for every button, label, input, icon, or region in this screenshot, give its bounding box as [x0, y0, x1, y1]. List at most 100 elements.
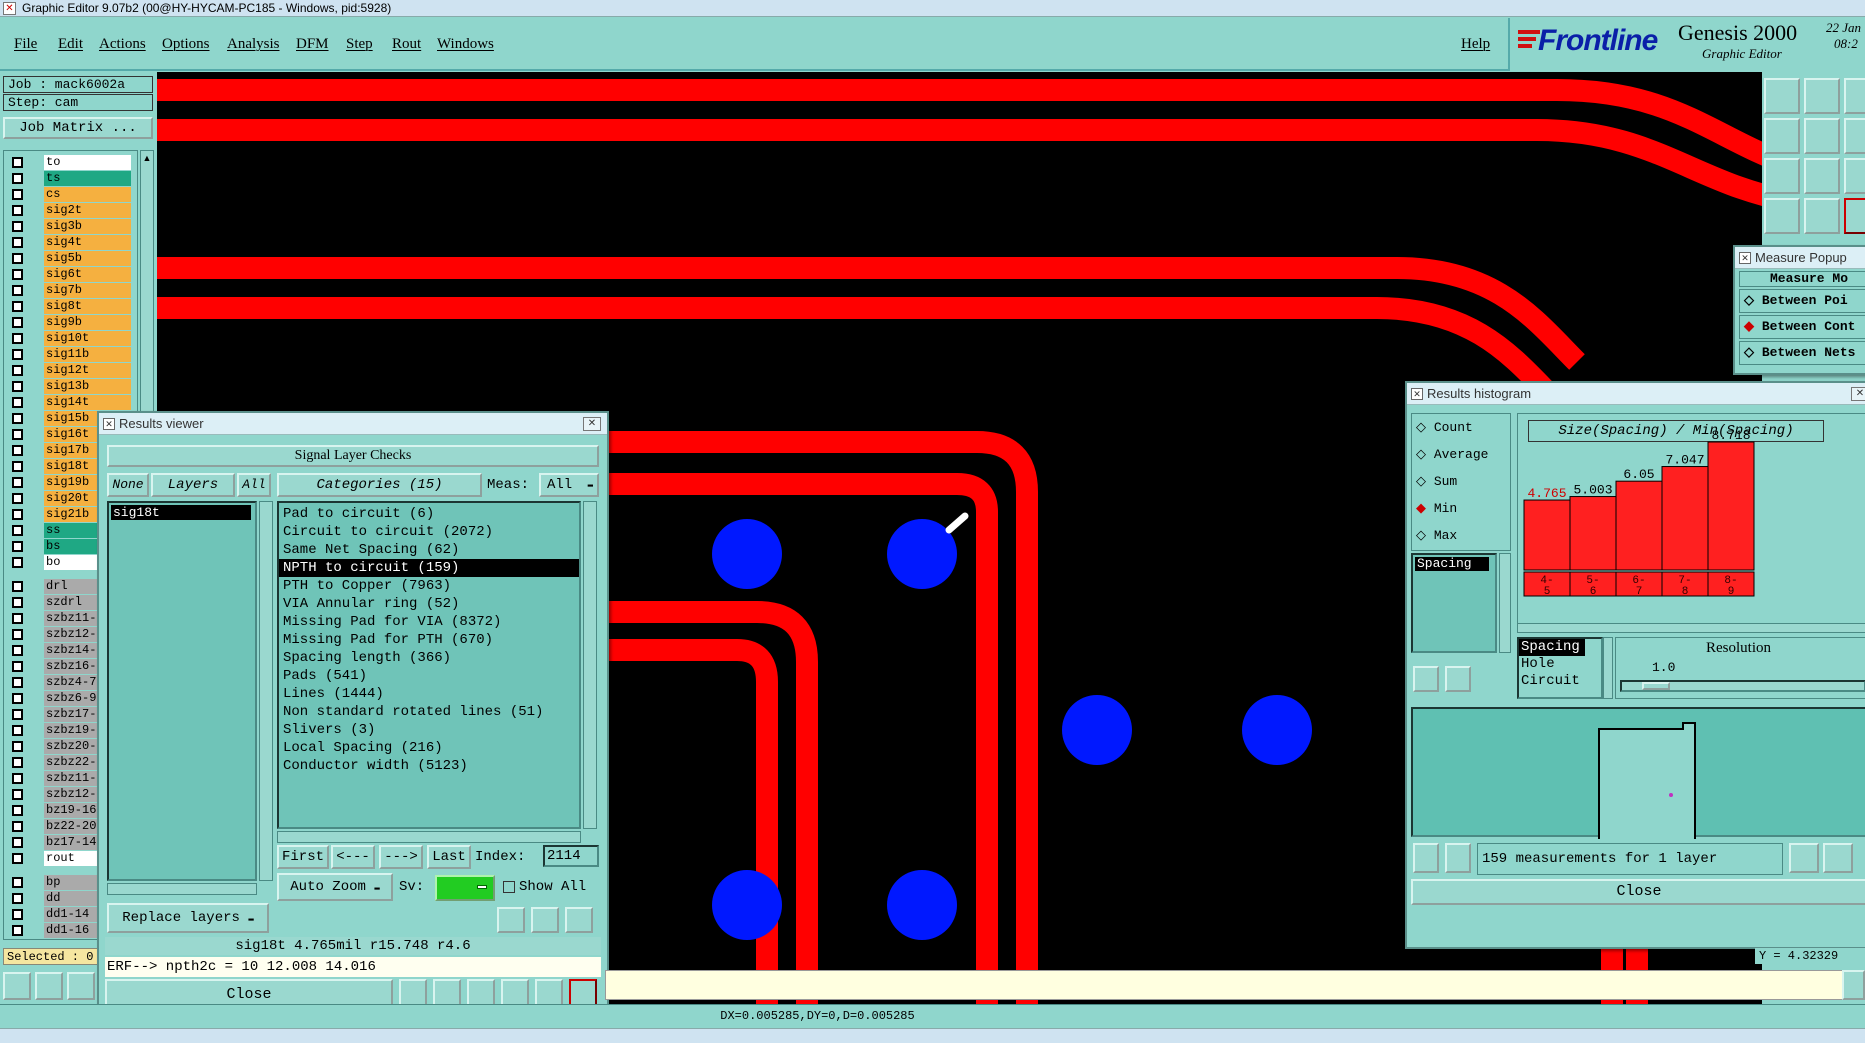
- close-icon[interactable]: ✕: [1851, 387, 1865, 401]
- zoom-in-chart-icon[interactable]: [1789, 843, 1819, 873]
- layer-name[interactable]: sig14t: [44, 395, 131, 410]
- layer-row[interactable]: sig8t: [8, 299, 133, 314]
- layer-checkbox[interactable]: [12, 413, 23, 424]
- category-item[interactable]: Same Net Spacing (62): [279, 541, 579, 559]
- layer-checkbox[interactable]: [12, 381, 23, 392]
- menu-actions[interactable]: Actions: [99, 36, 146, 53]
- fit-icon[interactable]: [1764, 158, 1800, 194]
- layer-row[interactable]: sig14t: [8, 395, 133, 410]
- layer-row[interactable]: sig5b: [8, 251, 133, 266]
- measure-option-contours[interactable]: ◆ Between Cont: [1739, 315, 1865, 339]
- layer-row[interactable]: sig11b: [8, 347, 133, 362]
- mode-sum[interactable]: ◇ Sum: [1412, 468, 1510, 495]
- meas-dropdown[interactable]: All ▬: [539, 473, 599, 497]
- layer-row[interactable]: ts: [8, 171, 133, 186]
- next-button[interactable]: --->: [379, 845, 423, 869]
- histogram-item[interactable]: Spacing: [1415, 557, 1489, 571]
- layer-row[interactable]: sig6t: [8, 267, 133, 282]
- layer-checkbox[interactable]: [12, 925, 23, 936]
- category-item[interactable]: Slivers (3): [279, 721, 579, 739]
- layer-name[interactable]: sig2t: [44, 203, 131, 218]
- layer-row[interactable]: sig4t: [8, 235, 133, 250]
- layer-checkbox[interactable]: [12, 189, 23, 200]
- layer-checkbox[interactable]: [12, 877, 23, 888]
- layer-checkbox[interactable]: [12, 445, 23, 456]
- layer-checkbox[interactable]: [12, 429, 23, 440]
- type-list[interactable]: Spacing Hole Circuit: [1517, 637, 1603, 699]
- tool-select-icon[interactable]: [3, 972, 31, 1000]
- layer-name[interactable]: to: [44, 155, 131, 170]
- layer-checkbox[interactable]: [12, 285, 23, 296]
- center-icon[interactable]: [1804, 158, 1840, 194]
- menu-windows[interactable]: Windows: [437, 36, 494, 53]
- layer-checkbox[interactable]: [12, 365, 23, 376]
- menu-rout[interactable]: Rout: [392, 36, 421, 53]
- layer-checkbox[interactable]: [12, 397, 23, 408]
- chart-hscrollbar[interactable]: [1517, 623, 1865, 633]
- layer-checkbox[interactable]: [12, 221, 23, 232]
- resolution-slider[interactable]: [1620, 680, 1865, 692]
- categories-hscrollbar[interactable]: [277, 831, 581, 843]
- histogram-close-button[interactable]: Close: [1411, 879, 1865, 905]
- layer-checkbox[interactable]: [12, 237, 23, 248]
- tool-measure-icon[interactable]: [35, 972, 63, 1000]
- menu-edit[interactable]: Edit: [58, 36, 83, 53]
- layer-checkbox[interactable]: [12, 461, 23, 472]
- histogram-bar[interactable]: [1707, 441, 1755, 571]
- mode-count[interactable]: ◇ Count: [1412, 414, 1510, 441]
- layer-checkbox[interactable]: [12, 525, 23, 536]
- menu-file[interactable]: File: [14, 36, 37, 53]
- delete-icon[interactable]: [1413, 666, 1439, 692]
- layer-checkbox[interactable]: [12, 205, 23, 216]
- resolution-slider-thumb[interactable]: [1642, 682, 1670, 690]
- layer-row[interactable]: sig3b: [8, 219, 133, 234]
- category-item[interactable]: Spacing length (366): [279, 649, 579, 667]
- layer-checkbox[interactable]: [12, 661, 23, 672]
- index-input[interactable]: 2114: [543, 845, 599, 867]
- close-icon[interactable]: ✕: [583, 417, 601, 431]
- layer-name[interactable]: sig11b: [44, 347, 131, 362]
- layer-checkbox[interactable]: [12, 805, 23, 816]
- layer-checkbox[interactable]: [12, 349, 23, 360]
- pan-right-icon[interactable]: [1804, 118, 1840, 154]
- layer-name[interactable]: ts: [44, 171, 131, 186]
- layer-checkbox[interactable]: [12, 317, 23, 328]
- layer-name[interactable]: sig3b: [44, 219, 131, 234]
- type-item[interactable]: Circuit: [1519, 673, 1601, 690]
- layer-name[interactable]: sig9b: [44, 315, 131, 330]
- layer-list-scrollbar[interactable]: [259, 501, 273, 881]
- layer-checkbox[interactable]: [12, 477, 23, 488]
- histogram-bar[interactable]: [1569, 496, 1617, 571]
- categories-scrollbar[interactable]: [583, 501, 597, 829]
- layer-row[interactable]: sig9b: [8, 315, 133, 330]
- item-list-scrollbar[interactable]: [1499, 553, 1511, 653]
- layer-checkbox[interactable]: [12, 757, 23, 768]
- snap-icon[interactable]: [1844, 198, 1865, 234]
- window-menu-icon[interactable]: ✕: [1411, 388, 1423, 400]
- layer-name[interactable]: sig5b: [44, 251, 131, 266]
- first-button[interactable]: First: [277, 845, 329, 869]
- layer-checkbox[interactable]: [12, 909, 23, 920]
- window-menu-icon[interactable]: ✕: [1739, 252, 1751, 264]
- ref-icon[interactable]: [1445, 843, 1471, 873]
- category-item[interactable]: Local Spacing (216): [279, 739, 579, 757]
- zoom-out-chart-icon[interactable]: [1823, 843, 1853, 873]
- histogram-bar[interactable]: [1615, 480, 1663, 571]
- measure-option-nets[interactable]: ◇ Between Nets: [1739, 341, 1865, 365]
- ref-icon[interactable]: [1445, 666, 1471, 692]
- layer-checkbox[interactable]: [12, 269, 23, 280]
- category-item[interactable]: PTH to Copper (7963): [279, 577, 579, 595]
- layer-list-hscrollbar[interactable]: [107, 883, 257, 895]
- histogram-bar[interactable]: [1661, 466, 1709, 571]
- undo-icon[interactable]: [565, 907, 593, 933]
- none-button[interactable]: None: [107, 473, 149, 497]
- layer-checkbox[interactable]: [12, 301, 23, 312]
- mode-max[interactable]: ◇ Max: [1412, 522, 1510, 549]
- layer-checkbox[interactable]: [12, 853, 23, 864]
- last-button[interactable]: Last: [427, 845, 471, 869]
- ref-icon[interactable]: [531, 907, 559, 933]
- all-button[interactable]: All: [237, 473, 271, 497]
- layer-name[interactable]: sig8t: [44, 299, 131, 314]
- category-item[interactable]: Missing Pad for PTH (670): [279, 631, 579, 649]
- view-top-icon[interactable]: [1764, 78, 1800, 114]
